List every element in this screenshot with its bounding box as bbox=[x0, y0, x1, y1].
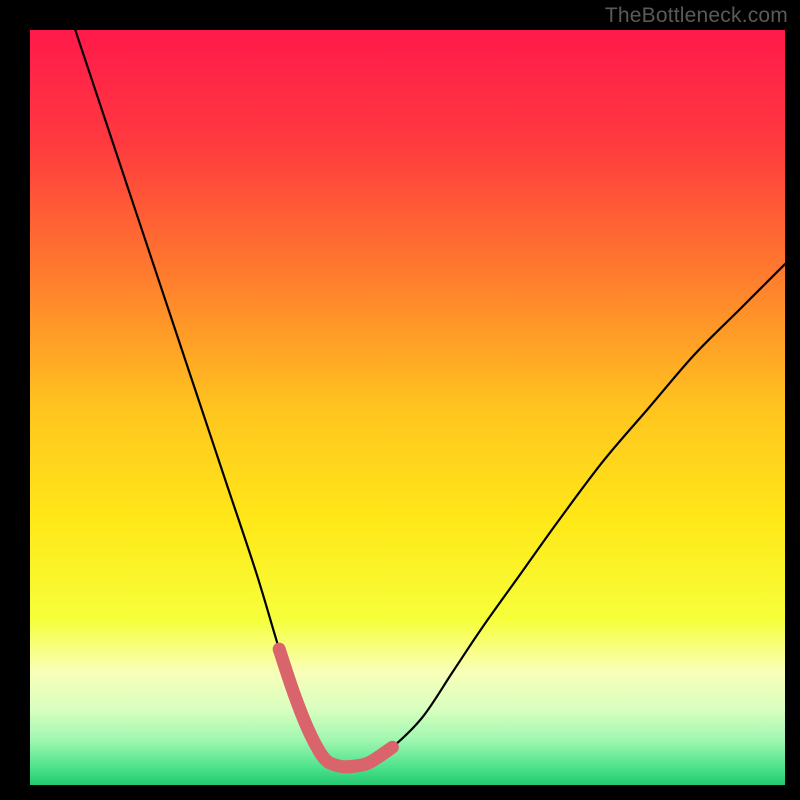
chart-frame: TheBottleneck.com bbox=[0, 0, 800, 800]
bottleneck-chart bbox=[0, 0, 800, 800]
gradient-background bbox=[30, 30, 785, 785]
